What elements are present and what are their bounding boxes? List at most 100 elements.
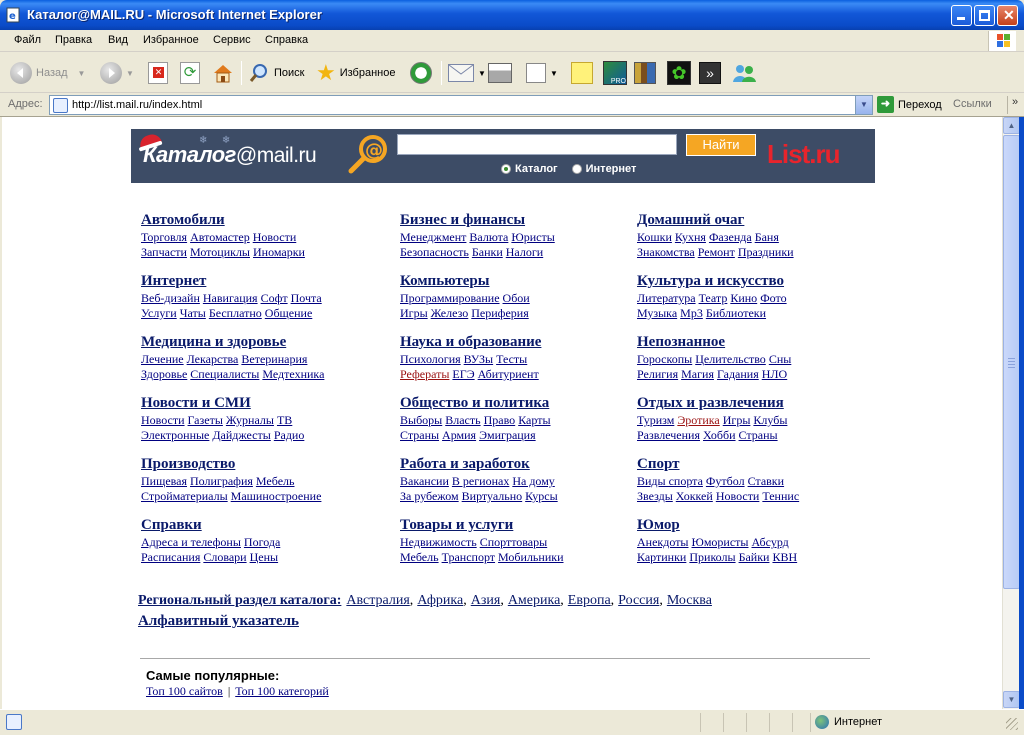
minimize-button[interactable]: [951, 5, 972, 26]
subcategory-link[interactable]: Торговля: [141, 230, 187, 244]
region-link[interactable]: Африка: [417, 593, 463, 608]
subcategory-link[interactable]: Погода: [244, 535, 280, 549]
chevron-down-icon[interactable]: ▼: [78, 69, 86, 78]
subcategory-link[interactable]: НЛО: [762, 367, 787, 381]
subcategory-link[interactable]: Хоккей: [676, 489, 713, 503]
subcategory-link[interactable]: Машиностроение: [231, 489, 322, 503]
subcategory-link[interactable]: Mp3: [680, 306, 703, 320]
top100-categories-link[interactable]: Топ 100 категорий: [235, 684, 329, 698]
subcategory-link[interactable]: Навигация: [203, 291, 258, 305]
category-title-link[interactable]: Спорт: [637, 456, 887, 473]
subcategory-link[interactable]: Знакомства: [637, 245, 695, 259]
subcategory-link[interactable]: Фазенда: [709, 230, 752, 244]
subcategory-link[interactable]: Эротика: [677, 413, 719, 427]
category-title-link[interactable]: Интернет: [141, 273, 391, 290]
subcategory-link[interactable]: Безопасность: [400, 245, 469, 259]
menu-edit[interactable]: Правка: [55, 34, 92, 46]
category-title-link[interactable]: Производство: [141, 456, 391, 473]
print-button[interactable]: [488, 59, 512, 87]
subcategory-link[interactable]: Гороскопы: [637, 352, 692, 366]
edit-button[interactable]: ▼: [526, 59, 558, 87]
subcategory-link[interactable]: Футбол: [706, 474, 745, 488]
favorites-button[interactable]: ★ Избранное: [316, 59, 395, 87]
category-title-link[interactable]: Автомобили: [141, 212, 391, 229]
chevron-down-icon[interactable]: ▼: [550, 69, 558, 78]
subcategory-link[interactable]: Теннис: [762, 489, 799, 503]
subcategory-link[interactable]: Мебель: [400, 550, 439, 564]
subcategory-link[interactable]: Звезды: [637, 489, 673, 503]
subcategory-link[interactable]: Запчасти: [141, 245, 187, 259]
category-title-link[interactable]: Товары и услуги: [400, 517, 650, 534]
forward-button[interactable]: ▼: [100, 59, 134, 87]
subcategory-link[interactable]: Веб-дизайн: [141, 291, 200, 305]
subcategory-link[interactable]: Развлечения: [637, 428, 700, 442]
region-link[interactable]: Азия: [471, 593, 501, 608]
subcategory-link[interactable]: За рубежом: [400, 489, 459, 503]
subcategory-link[interactable]: Туризм: [637, 413, 674, 427]
subcategory-link[interactable]: Периферия: [471, 306, 528, 320]
subcategory-link[interactable]: Приколы: [689, 550, 735, 564]
go-button[interactable]: ➜ Переход: [877, 96, 942, 113]
icq-button[interactable]: ✿: [667, 59, 691, 87]
back-button[interactable]: Назад ▼: [10, 59, 85, 87]
category-title-link[interactable]: Домашний очаг: [637, 212, 887, 229]
subcategory-link[interactable]: Игры: [400, 306, 428, 320]
subcategory-link[interactable]: Цены: [250, 550, 278, 564]
maximize-button[interactable]: [974, 5, 995, 26]
subcategory-link[interactable]: Байки: [739, 550, 770, 564]
address-input[interactable]: http://list.mail.ru/index.html ▼: [49, 95, 873, 115]
subcategory-link[interactable]: Полиграфия: [190, 474, 253, 488]
subcategory-link[interactable]: Новости: [253, 230, 297, 244]
listru-logo[interactable]: List.ru: [767, 139, 840, 170]
close-button[interactable]: ✕: [997, 5, 1018, 26]
subcategory-link[interactable]: Почта: [291, 291, 322, 305]
subcategory-link[interactable]: Железо: [431, 306, 469, 320]
menu-favorites[interactable]: Избранное: [143, 34, 199, 46]
subcategory-link[interactable]: Вакансии: [400, 474, 449, 488]
subcategory-link[interactable]: Мобильники: [498, 550, 563, 564]
subcategory-link[interactable]: Литература: [637, 291, 696, 305]
subcategory-link[interactable]: Стройматериалы: [141, 489, 228, 503]
category-title-link[interactable]: Работа и заработок: [400, 456, 650, 473]
resize-grip[interactable]: [1006, 718, 1018, 730]
subcategory-link[interactable]: Выборы: [400, 413, 442, 427]
subcategory-link[interactable]: Право: [484, 413, 516, 427]
subcategory-link[interactable]: Услуги: [141, 306, 177, 320]
subcategory-link[interactable]: Банки: [472, 245, 503, 259]
category-title-link[interactable]: Справки: [141, 517, 391, 534]
chevron-down-icon[interactable]: ▼: [478, 69, 486, 78]
radio-selected-icon[interactable]: [501, 164, 511, 174]
subcategory-link[interactable]: Юмористы: [692, 535, 749, 549]
subcategory-link[interactable]: Менеджмент: [400, 230, 466, 244]
subcategory-link[interactable]: Карты: [518, 413, 550, 427]
category-title-link[interactable]: Отдых и развлечения: [637, 395, 887, 412]
subcategory-link[interactable]: Общение: [265, 306, 313, 320]
refresh-button[interactable]: ⟳: [180, 59, 200, 87]
category-title-link[interactable]: Компьютеры: [400, 273, 650, 290]
subcategory-link[interactable]: Психология: [400, 352, 461, 366]
home-button[interactable]: [211, 59, 235, 87]
subcategory-link[interactable]: Гадания: [717, 367, 759, 381]
subcategory-link[interactable]: Музыка: [637, 306, 677, 320]
subcategory-link[interactable]: Клубы: [753, 413, 787, 427]
subcategory-link[interactable]: Страны: [400, 428, 439, 442]
category-title-link[interactable]: Медицина и здоровье: [141, 334, 391, 351]
menu-help[interactable]: Справка: [265, 34, 308, 46]
subcategory-link[interactable]: Ремонт: [698, 245, 735, 259]
subcategory-link[interactable]: Ветеринария: [241, 352, 307, 366]
subcategory-link[interactable]: Власть: [445, 413, 480, 427]
menu-view[interactable]: Вид: [108, 34, 128, 46]
subcategory-link[interactable]: Лекарства: [187, 352, 239, 366]
subcategory-link[interactable]: Тесты: [496, 352, 527, 366]
subcategory-link[interactable]: Абитуриент: [478, 367, 539, 381]
subcategory-link[interactable]: Религия: [637, 367, 678, 381]
subcategory-link[interactable]: Новости: [141, 413, 185, 427]
subcategory-link[interactable]: Здоровье: [141, 367, 187, 381]
subcategory-link[interactable]: Электронные: [141, 428, 209, 442]
subcategory-link[interactable]: Мотоциклы: [190, 245, 250, 259]
region-link[interactable]: Австралия: [346, 593, 409, 608]
subcategory-link[interactable]: Дайджесты: [212, 428, 270, 442]
subcategory-link[interactable]: Библиотеки: [706, 306, 766, 320]
alphabet-index-link[interactable]: Алфавитный указатель: [138, 613, 299, 630]
find-button[interactable]: Найти: [686, 134, 756, 156]
